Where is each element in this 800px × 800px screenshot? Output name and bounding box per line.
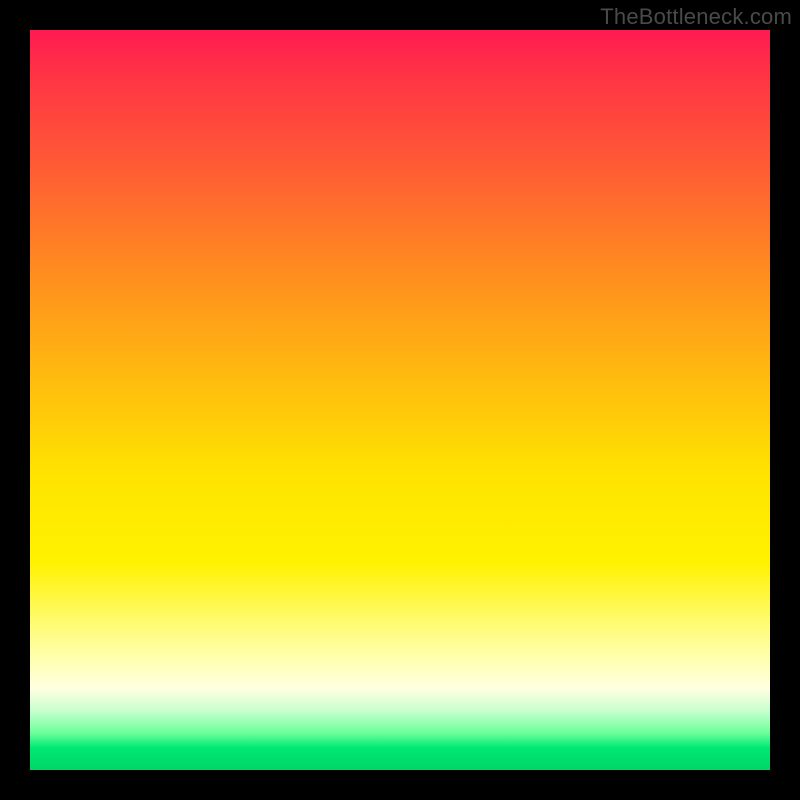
outer-frame: TheBottleneck.com [0,0,800,800]
plot-area [30,30,770,770]
watermark-text: TheBottleneck.com [600,4,792,30]
gradient-background [30,30,770,770]
